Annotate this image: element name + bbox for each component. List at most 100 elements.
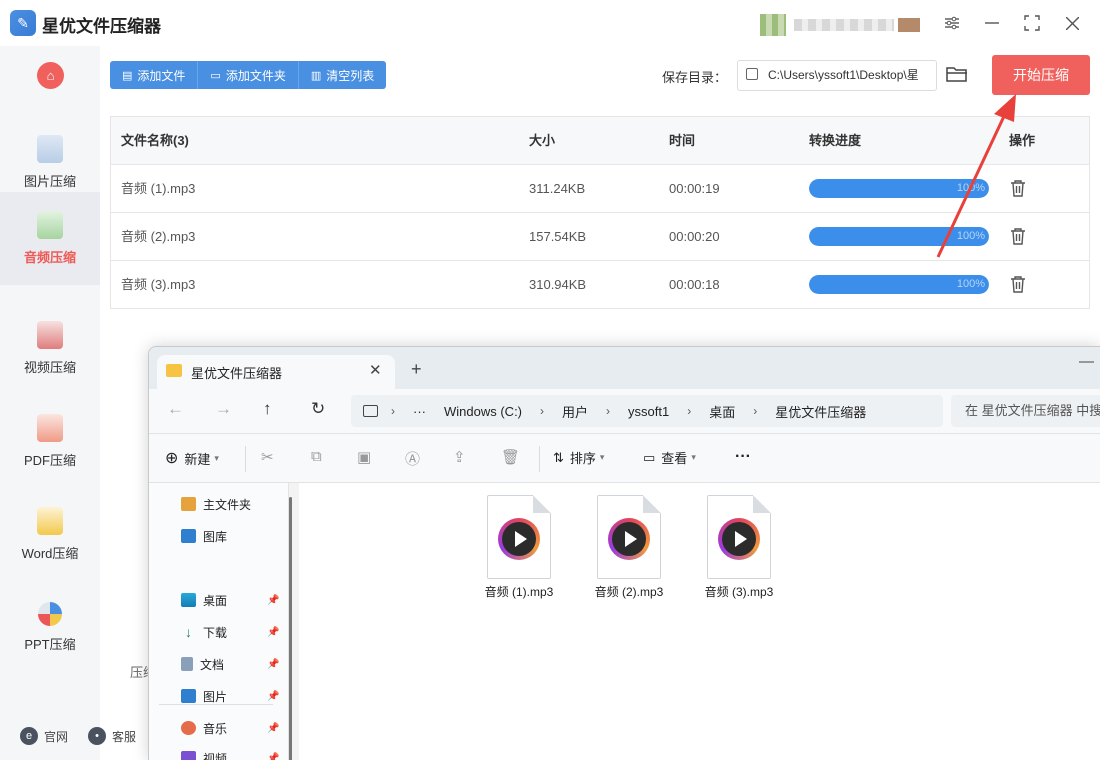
row-time: 00:00:19 (669, 181, 720, 196)
add-folder-button[interactable]: ▭ 添加文件夹 (198, 61, 299, 89)
sort-label: 排序 (569, 451, 596, 466)
up-icon[interactable]: ↑ (263, 399, 272, 419)
nav-item-pictures[interactable]: 图片 (181, 685, 227, 707)
forward-icon[interactable]: → (215, 399, 232, 419)
delete-row-icon[interactable] (1009, 275, 1027, 293)
start-compress-button[interactable]: 开始压缩 (992, 55, 1090, 95)
file-item[interactable]: 音频 (2).mp3 (574, 495, 684, 600)
play-icon (608, 518, 650, 560)
clear-list-button[interactable]: ▥ 清空列表 (299, 61, 386, 89)
nav-item-label: 下载 (203, 625, 228, 640)
close-tab-icon[interactable]: ✕ (369, 361, 382, 379)
pin-icon[interactable]: 📌 (267, 659, 279, 670)
home-icon[interactable]: ⌂ (37, 62, 64, 89)
add-file-button[interactable]: ▤ 添加文件 (110, 61, 199, 89)
home-icon (181, 497, 196, 511)
nav-item-label: 音乐 (203, 721, 228, 736)
chevron-right-icon: › (540, 404, 545, 418)
delete-row-icon[interactable] (1009, 227, 1027, 245)
new-button[interactable]: ⊕ 新建 ▾ (165, 448, 219, 468)
mp3-file-icon (707, 495, 771, 579)
nav-item-music[interactable]: 音乐 (181, 717, 227, 739)
share-icon[interactable]: ⇪ (453, 448, 466, 466)
pin-icon[interactable]: 📌 (267, 595, 279, 606)
new-tab-icon[interactable]: + (411, 359, 422, 380)
user-account-blurred[interactable] (760, 14, 920, 36)
chat-icon: • (88, 727, 107, 745)
nav-item-gallery[interactable]: 图库 (181, 525, 227, 547)
row-name: 音频 (3).mp3 (121, 277, 196, 292)
file-icon: ▤ (122, 69, 133, 82)
open-folder-icon[interactable] (946, 65, 968, 85)
delete-icon[interactable]: 🗑 (501, 448, 520, 466)
breadcrumb-item[interactable]: 桌面 (709, 402, 735, 421)
explorer-tab[interactable]: 星优文件压缩器 ✕ (157, 355, 395, 389)
service-link[interactable]: • 客服 (88, 727, 136, 745)
file-explorer-window: 星优文件压缩器 ✕ + — ← → ↑ ↻ › ··· Windows (C:)… (148, 346, 1100, 760)
refresh-icon[interactable]: ↻ (311, 399, 325, 419)
maximize-icon[interactable] (1021, 12, 1043, 34)
chevron-right-icon: › (753, 404, 758, 418)
table-row[interactable]: 音频 (2).mp3 157.54KB 00:00:20 100% (111, 213, 1089, 261)
row-size: 157.54KB (529, 229, 587, 244)
copy-icon[interactable]: ⧉ (311, 448, 322, 465)
pin-icon[interactable]: 📌 (267, 753, 279, 760)
file-item[interactable]: 音频 (3).mp3 (684, 495, 794, 600)
progress-bar: 100% (809, 227, 989, 246)
save-dir-field[interactable]: C:\Users\yssoft1\Desktop\星 (737, 60, 937, 91)
back-icon[interactable]: ← (167, 399, 184, 419)
sidebar-item-label: PPT压缩 (24, 637, 76, 652)
sidebar-item-video[interactable]: 视频压缩 (0, 302, 100, 395)
row-time: 00:00:18 (669, 277, 720, 292)
sort-button[interactable]: ⇅ 排序 ▾ (553, 448, 604, 467)
folder-icon (166, 364, 182, 377)
website-link[interactable]: e 官网 (20, 727, 68, 745)
delete-row-icon[interactable] (1009, 179, 1027, 197)
breadcrumb[interactable]: › ··· Windows (C:) › 用户 › yssoft1 › 桌面 ›… (351, 395, 943, 427)
nav-item-label: 桌面 (203, 593, 228, 608)
breadcrumb-item[interactable]: 用户 (562, 402, 588, 421)
table-row[interactable]: 音频 (3).mp3 310.94KB 00:00:18 100% (111, 261, 1089, 309)
sidebar-item-pdf[interactable]: PDF压缩 (0, 395, 100, 488)
close-icon[interactable] (1061, 12, 1083, 34)
file-item[interactable]: 音频 (1).mp3 (464, 495, 574, 600)
paste-icon[interactable]: ▣ (357, 448, 371, 466)
row-time: 00:00:20 (669, 229, 720, 244)
minimize-icon[interactable] (981, 12, 1003, 34)
image-file-icon (37, 135, 63, 163)
nav-item-downloads[interactable]: ↓ 下载 (181, 621, 227, 643)
table-row[interactable]: 音频 (1).mp3 311.24KB 00:00:19 100% (111, 165, 1089, 213)
pin-icon[interactable]: 📌 (267, 627, 279, 638)
chevron-down-icon: ▾ (691, 452, 696, 462)
divider (539, 446, 540, 472)
sidebar-item-audio[interactable]: 音频压缩 (0, 192, 100, 285)
minimize-icon[interactable]: — (1079, 353, 1094, 370)
nav-item-documents[interactable]: 文档 (181, 653, 224, 675)
add-folder-label: 添加文件夹 (225, 68, 286, 83)
breadcrumb-more[interactable]: ··· (413, 404, 426, 419)
rename-icon[interactable]: Ⓐ (405, 448, 420, 469)
nav-item-desktop[interactable]: 桌面 (181, 589, 227, 611)
sidebar-item-label: 图片压缩 (23, 174, 76, 189)
desktop-icon (181, 593, 196, 607)
more-options-button[interactable]: ··· (735, 448, 751, 466)
file-table: 文件名称(3) 大小 时间 转换进度 操作 音频 (1).mp3 311.24K… (110, 116, 1090, 309)
view-button[interactable]: ▭ 查看 ▾ (643, 448, 696, 467)
search-input[interactable]: 在 星优文件压缩器 中搜索 (951, 395, 1100, 427)
breadcrumb-item[interactable]: yssoft1 (628, 404, 669, 419)
file-name: 音频 (1).mp3 (484, 585, 554, 599)
sidebar-item-word[interactable]: Word压缩 (0, 488, 100, 581)
breadcrumb-item[interactable]: Windows (C:) (444, 404, 522, 419)
sidebar: ⌂ 图片压缩 音频压缩 视频压缩 PDF压缩 Word压缩 PPT压缩 e 官网… (0, 46, 136, 760)
pin-icon[interactable]: 📌 (267, 691, 279, 702)
pin-icon[interactable]: 📌 (267, 723, 279, 734)
trash-icon: ▥ (310, 69, 322, 82)
cut-icon[interactable]: ✂ (261, 448, 274, 466)
nav-item-videos[interactable]: 视频 (181, 747, 227, 760)
nav-scrollbar[interactable] (289, 497, 292, 760)
breadcrumb-item[interactable]: 星优文件压缩器 (775, 402, 866, 421)
chevron-right-icon: › (606, 404, 611, 418)
settings-icon[interactable] (941, 12, 963, 34)
sidebar-item-ppt[interactable]: PPT压缩 (0, 581, 100, 674)
nav-item-home[interactable]: 主文件夹 (181, 493, 251, 515)
